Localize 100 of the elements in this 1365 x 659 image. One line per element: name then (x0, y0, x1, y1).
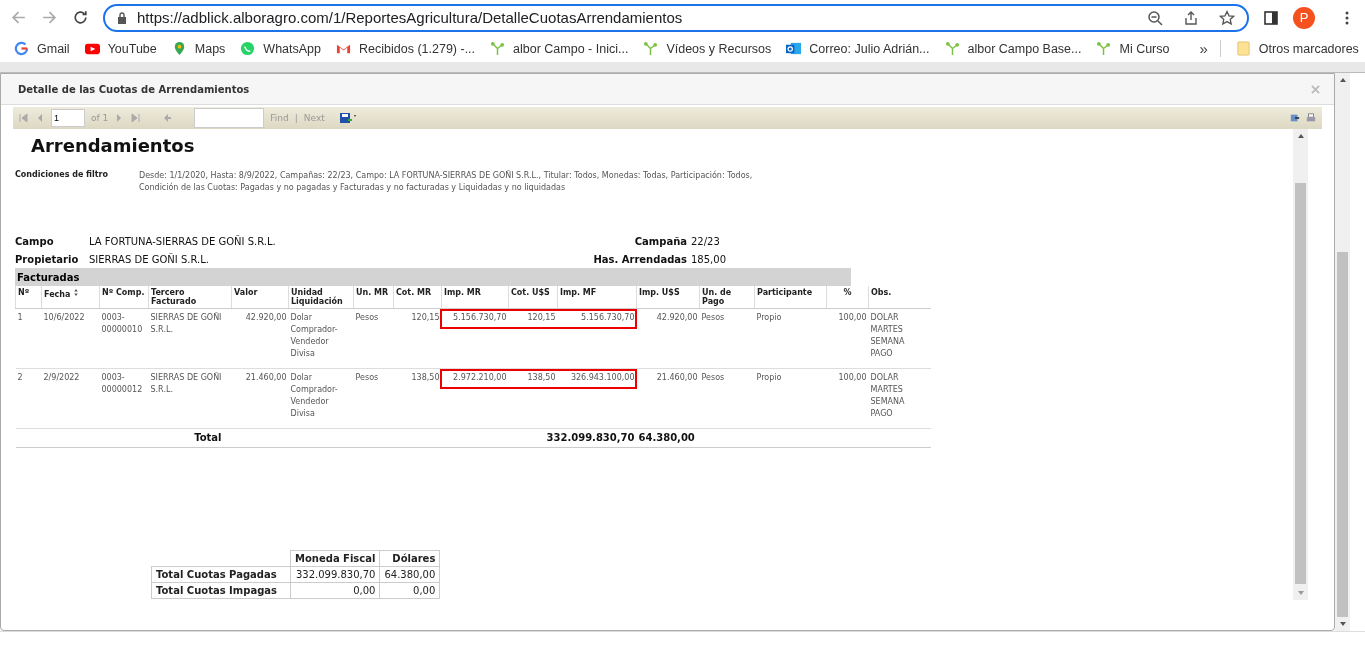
scroll-up-icon[interactable] (1338, 77, 1347, 83)
mail-icon (786, 41, 802, 56)
sprout-icon (944, 41, 960, 56)
column-header: Tercero Facturado (148, 286, 232, 309)
table-cell: 120,15 (508, 308, 558, 369)
section-header: Facturadas (15, 268, 851, 286)
google-icon (14, 41, 29, 56)
field-value: 22/23 (691, 235, 721, 247)
column-header[interactable]: Fecha (41, 286, 100, 309)
column-header: Nº Comp. (99, 286, 149, 309)
table-cell: 2 (15, 368, 42, 429)
bookmark-folder[interactable]: Otros marcadores (1235, 41, 1359, 56)
filter-label: Condiciones de filtro (15, 170, 110, 181)
page-count: of 1 (91, 113, 109, 123)
table-cell: 42.920,00 (636, 308, 700, 369)
field-value: SIERRAS DE GOÑI S.R.L. (89, 253, 209, 265)
table-cell: Pesos (353, 308, 394, 369)
table-cell: 1 (15, 308, 42, 369)
column-header: % (826, 286, 869, 309)
table-cell: 0,00 (290, 582, 380, 599)
last-page-icon[interactable] (130, 113, 141, 123)
table-cell: DOLAR MARTES SEMANA PAGO (868, 368, 931, 429)
bookmark[interactable]: YouTube (84, 41, 157, 56)
table-cell: 138,50 (508, 368, 558, 429)
scroll-down-icon[interactable] (1338, 621, 1347, 627)
filter-text: Desde: 1/1/2020, Hasta: 8/9/2022, Campañas: 22/23, Campo: LA FORTUNA-SIERRAS DE GOÑI S.R.L., Titular: Todos, Monedas: Todas, Participación: Todos, Condición de las Cuotas: Pagadas y no pagadas y Facturadas y no facturadas y Liquidadas y no liquidadas (139, 170, 754, 194)
bookmark[interactable]: albor Campo - Inici... (490, 41, 629, 56)
lock-icon (117, 11, 127, 24)
share-icon[interactable] (1183, 9, 1199, 26)
column-header: Cot. MR (393, 286, 442, 309)
star-icon[interactable] (1219, 9, 1235, 26)
table-cell: 2.972.210,00 (441, 368, 509, 429)
bookmark[interactable]: Recibidos (1.279) -... (336, 41, 476, 56)
close-icon[interactable] (1311, 84, 1320, 94)
table-cell: Pesos (699, 368, 755, 429)
bookmark[interactable]: WhatsApp (240, 41, 322, 56)
more-bookmarks-button[interactable]: » (1199, 40, 1221, 57)
table-cell: 100,00 (826, 368, 869, 429)
bookmark[interactable]: Mi Curso (1096, 41, 1170, 56)
column-header: Cot. U$S (508, 286, 558, 309)
column-header: Unidad Liquidación (288, 286, 354, 309)
column-header: Imp. MR (441, 286, 509, 309)
column-header: Un. MR (353, 286, 394, 309)
first-page-icon[interactable] (19, 113, 29, 123)
table-cell: 0,00 (379, 582, 440, 599)
bookmark[interactable]: Maps (171, 41, 226, 56)
row-label: Total Cuotas Impagas (151, 582, 291, 599)
back-icon[interactable] (10, 9, 27, 26)
column-header: Valor (231, 286, 289, 309)
total-value: 64.380,00 (636, 428, 700, 448)
separator: | (294, 113, 298, 123)
table-cell: 332.099.830,70 (290, 566, 380, 583)
table-cell: 21.460,00 (636, 368, 700, 429)
chat-icon (240, 41, 256, 56)
table-cell: 100,00 (826, 308, 869, 369)
table-cell: SIERRAS DE GOÑI S.R.L. (148, 308, 232, 369)
sprout-icon (1096, 41, 1112, 56)
table-cell: 21.460,00 (231, 368, 289, 429)
scrollbar[interactable] (1335, 73, 1350, 631)
reload-icon[interactable] (72, 9, 89, 26)
forward-icon[interactable] (41, 9, 58, 26)
table-cell: 5.156.730,70 (441, 308, 509, 369)
table-cell: 138,50 (393, 368, 442, 429)
column-header: Imp. MF (557, 286, 637, 309)
scroll-up-icon[interactable] (1296, 133, 1305, 139)
find-field[interactable] (194, 108, 265, 128)
table-cell: SIERRAS DE GOÑI S.R.L. (148, 368, 232, 429)
column-header: Obs. (868, 286, 931, 309)
field-value: 185,00 (691, 253, 727, 265)
column-header: Imp. U$S (636, 286, 700, 309)
bookmark[interactable]: Correo: Julio Adrián... (786, 41, 930, 56)
page-field[interactable]: 1 (51, 109, 85, 127)
field-label: Propietario (15, 253, 80, 265)
side-panel-icon[interactable] (1263, 9, 1279, 26)
export-icon[interactable] (1290, 113, 1300, 123)
zoom-out-icon[interactable] (1147, 9, 1163, 26)
table-cell: 64.380,00 (379, 566, 440, 583)
bookmark[interactable]: Gmail (14, 41, 70, 56)
table-cell: DOLAR MARTES SEMANA PAGO (868, 308, 931, 369)
table-cell: 42.920,00 (231, 308, 289, 369)
sprout-icon (643, 41, 659, 56)
bookmark[interactable]: albor Campo Base... (944, 41, 1082, 56)
report-title: Arrendamientos (30, 135, 196, 156)
table-cell: 326.943.100,00 (557, 368, 637, 429)
column-header: Dólares (379, 550, 440, 567)
column-header: Un. de Pago (699, 286, 755, 309)
bookmark[interactable]: Vídeos y Recursos (643, 41, 772, 56)
table-cell: Pesos (353, 368, 394, 429)
folder-icon (1235, 41, 1251, 56)
column-header: Participante (754, 286, 827, 309)
dialog-title: Detalle de las Cuotas de Arrendamientos (18, 83, 250, 95)
back-icon[interactable] (162, 113, 173, 123)
address-bar[interactable]: https://adblick.alboragro.com/1/ReportesAgricultura/DetalleCuotasArrendamientos (103, 3, 1249, 32)
table-cell: Propio (754, 368, 827, 429)
scrollbar[interactable] (1293, 129, 1308, 600)
table-cell: 10/6/2022 (41, 308, 100, 369)
table-cell: Pesos (699, 308, 755, 369)
total-label: Total (15, 428, 442, 448)
save-icon[interactable] (338, 112, 357, 124)
print-icon[interactable] (1306, 113, 1316, 123)
